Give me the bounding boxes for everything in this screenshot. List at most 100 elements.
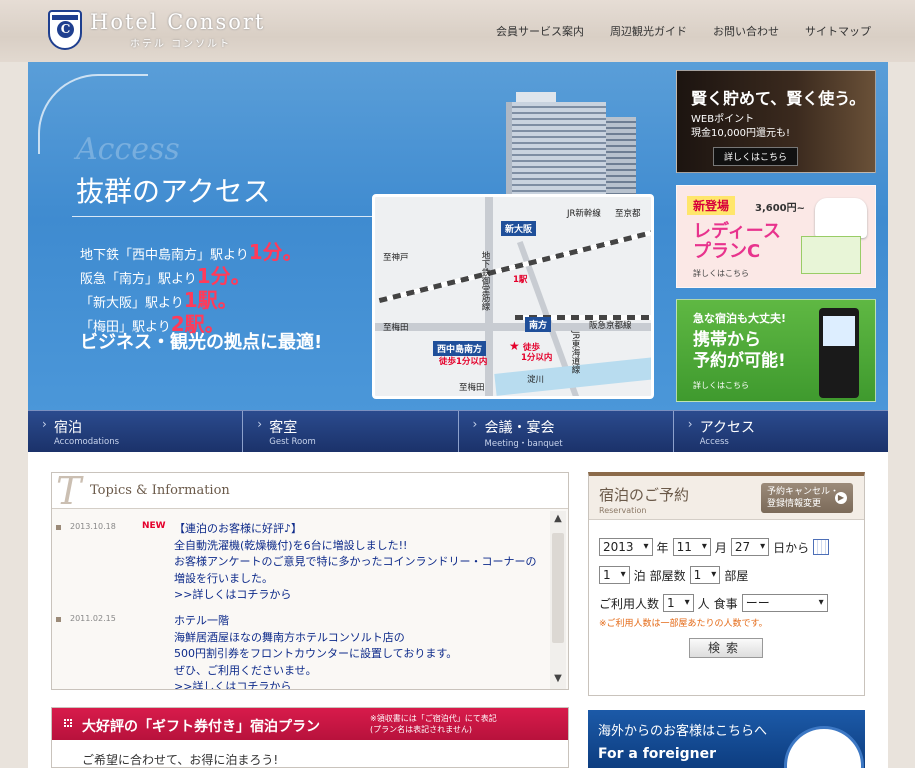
nav-accommodations[interactable]: 宿泊Accomodations [28,411,244,452]
arrow-right-icon: ▶ [835,492,847,504]
scroll-down-icon[interactable]: ▼ [550,673,566,687]
banner-ladies-plan[interactable]: 新登場 3,600円~ レディース プランC 詳しくはこちら [676,185,876,288]
topics-header: T Topics & Information [52,469,568,513]
topics-t-glyph: T [56,469,82,513]
map-label-shinkansen: JR新幹線 [567,209,601,219]
emblem-c: C [57,21,74,38]
cancel-reservation-button[interactable]: 予約キャンセル・ 登録情報変更 ▶ [761,483,853,513]
banner-mobile-booking[interactable]: 急な宿泊も大丈夫! 携帯から 予約が可能! 詳しくはこちら [676,299,876,402]
emblem-ribbon [52,15,78,20]
foreigner-english: For a foreigner [598,746,717,762]
map-label-to-umeda: 至梅田 [383,323,409,333]
hero-title: 抜群のアクセス [76,175,271,208]
new-badge: NEW [142,521,166,531]
news-more-link[interactable]: >>詳しくはコチラから [174,587,537,604]
access-script-text: Access [76,132,180,167]
map-label-nishinakajima: 西中島南方 [433,341,487,356]
guests-label: ご利用人数 [599,596,660,611]
site-header: C Hotel Consort ホテル コンソルト 会員サービス案内 周辺観光ガ… [0,0,915,62]
access-map[interactable]: 新大阪 JR新幹線 至京都 至神戸 至梅田 地下鉄御堂筋線 1駅 南方 阪急京都… [372,194,654,399]
topics-title: Topics & Information [90,483,230,498]
rooms-unit: 部屋 [724,568,749,583]
day-select[interactable]: 27 [730,538,770,556]
banner2-more-link[interactable]: 詳しくはこちら [693,268,749,279]
month-select[interactable]: 11 [672,538,711,556]
banner3-more-link[interactable]: 詳しくはこちら [693,380,749,391]
nav-contact[interactable]: お問い合わせ [713,23,779,39]
hero-tagline: ビジネス・観光の拠点に最適! [80,332,323,353]
map-label-to-umeda-bottom: 至梅田 [459,383,485,393]
guests-row: ご利用人数 1 人 食事 ーー [599,594,828,612]
banner2-title: レディース プランC [693,221,781,262]
topics-scrollbar[interactable]: ▲ ▼ [550,511,566,689]
nav-guest-room[interactable]: 客室Gest Room [243,411,459,452]
reservation-header: 宿泊のご予約 Reservation 予約キャンセル・ 登録情報変更 ▶ [589,476,864,520]
hotel-location-star-icon: ★ [509,339,520,353]
foreigner-banner[interactable]: 海外からのお客様はこちらへ For a foreigner [588,710,865,768]
gift-plan-subtitle: ご希望に合わせて、お得に泊まろう! [82,753,279,767]
map-label-to-kyoto: 至京都 [615,209,641,219]
banner3-title: 急な宿泊も大丈夫! [693,312,787,325]
scroll-up-icon[interactable]: ▲ [550,513,566,527]
reservation-panel: 宿泊のご予約 Reservation 予約キャンセル・ 登録情報変更 ▶ 2013… [588,472,865,696]
main-nav: 宿泊Accomodations 客室Gest Room 会議・宴会Meeting… [28,410,888,452]
day-label: 日から [773,540,810,555]
hero-divider [72,216,372,217]
meal-label: 食事 [713,596,738,611]
guests-note: ※ご利用人数は一部屋あたりの人数です。 [599,619,768,629]
news-body: 【連泊のお客様に好評♪】 全自動洗濯機(乾燥機付)を6台に増設しました!! お客… [174,521,537,604]
news-more-link[interactable]: >>詳しくはコチラから [174,679,457,689]
bullet-icon [56,525,61,530]
guests-unit: 人 [697,596,710,611]
foreigner-title: 海外からのお客様はこちらへ [598,724,768,739]
rooms-label: 部屋数 [649,568,686,583]
banner1-more-button[interactable]: 詳しくはこちら [713,147,799,166]
nav-meeting-banquet[interactable]: 会議・宴会Meeting・banquet [459,411,674,452]
reservation-title: 宿泊のご予約 [599,486,690,504]
main-content: T Topics & Information 2013.10.18 NEW 【連… [28,452,888,768]
banner3-text: 携帯から 予約が可能! [693,330,786,371]
nav-access[interactable]: アクセスAccess [674,411,888,452]
scroll-thumb[interactable] [552,533,564,643]
nights-label: 泊 [633,568,646,583]
nav-sitemap[interactable]: サイトマップ [805,23,871,39]
news-body: ホテル一階 海鮮居酒屋ほなの舞南方ホテルコンソルト店の 500円割引券をフロント… [174,613,457,689]
nights-select[interactable]: 1 [599,566,630,584]
map-label-to-kobe: 至神戸 [383,253,409,263]
banner-web-points[interactable]: 賢く貯めて、賢く使う。 WEBポイント 現金10,000円還元も! 詳しくはこちら [676,70,876,173]
date-row: 2013 年 11 月 27 日から [599,538,830,556]
banner2-price: 3,600円~ [755,203,806,214]
banner1-text: WEBポイント 現金10,000円還元も! [691,114,790,139]
map-label-walk2b: 1分以内 [521,353,553,363]
square-bullet-icon [64,719,72,727]
banner1-title: 賢く貯めて、賢く使う。 [691,89,866,108]
rooms-select[interactable]: 1 [689,566,721,584]
hero-access: Access 抜群のアクセス 地下鉄「西中島南方」駅より1分。 阪急「南方」駅よ… [28,62,888,412]
hotel-logo-emblem[interactable]: C [48,10,82,50]
nav-sightseeing-guide[interactable]: 周辺観光ガイド [610,23,687,39]
map-label-subway: 地下鉄御堂筋線 [480,251,490,311]
year-select[interactable]: 2013 [599,538,653,556]
gift-plan-note: ※領収書には「ご宿泊代」にて表記 (プラン名は表記されません) [370,714,497,734]
gift-plan-header: 大好評の「ギフト券付き」宿泊プラン ※領収書には「ご宿泊代」にて表記 (プラン名は… [52,708,568,740]
top-nav: 会員サービス案内 周辺観光ガイド お問い合わせ サイトマップ [496,23,871,39]
slippers-image [815,198,867,238]
search-button[interactable]: 検索 [689,638,763,658]
gift-plan-panel[interactable]: 大好評の「ギフト券付き」宿泊プラン ※領収書には「ご宿泊代」にて表記 (プラン名は… [51,707,569,768]
map-label-hankyu: 阪急京都線 [589,321,632,331]
gift-plan-title: 大好評の「ギフト券付き」宿泊プラン [82,719,320,735]
logo-subtext: ホテル コンソルト [130,39,232,50]
news-date: 2013.10.18 [70,522,116,531]
nav-member-service[interactable]: 会員サービス案内 [496,23,584,39]
map-label-jr-tokaido: JR東海道線 [570,331,580,374]
logo-text[interactable]: Hotel Consort [90,10,265,34]
meal-select[interactable]: ーー [741,594,828,612]
calendar-icon[interactable] [813,539,830,555]
map-label-shinosaka: 新大阪 [501,221,537,236]
banner2-badge: 新登場 [687,196,736,215]
nights-row: 1 泊 部屋数 1 部屋 [599,566,748,584]
guests-select[interactable]: 1 [663,594,694,612]
month-label: 月 [714,540,727,555]
map-label-one-station: 1駅 [513,275,528,285]
bullet-icon [56,617,61,622]
